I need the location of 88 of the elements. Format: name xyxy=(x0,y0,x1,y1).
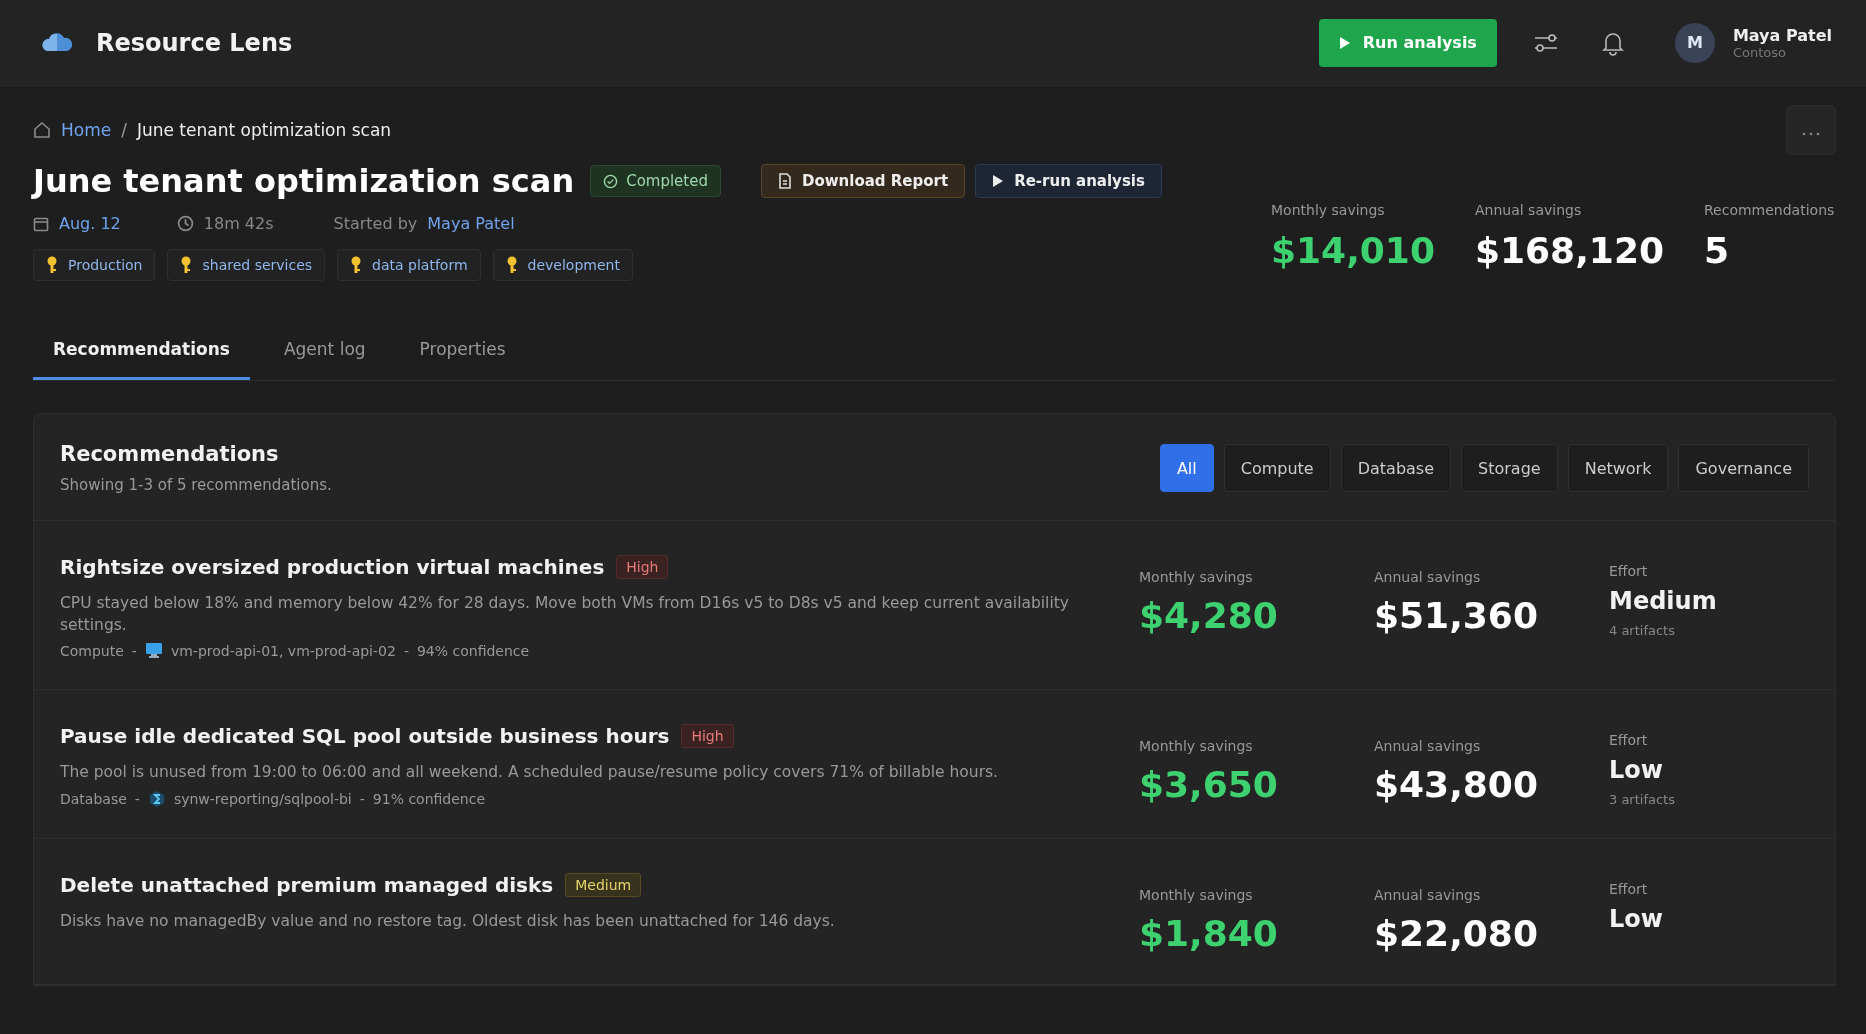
user-organization: Contoso xyxy=(1732,44,1787,60)
monitor-icon xyxy=(144,642,163,660)
breadcrumb-current: June tenant optimization scan xyxy=(136,120,392,140)
more-icon xyxy=(1801,131,1821,136)
tab[interactable]: Agent log xyxy=(263,327,386,380)
separator: - xyxy=(403,642,409,659)
stat-label: Annual savings xyxy=(1474,202,1583,218)
key-icon xyxy=(505,256,518,274)
recommendation-description: Disks have no managedBy value and no restore tag. Oldest disk has been unattached for 146 days. xyxy=(60,911,836,933)
monthly-savings: $1,840 xyxy=(1139,913,1279,955)
calendar-icon xyxy=(33,215,49,232)
tag-chip[interactable]: Production xyxy=(33,249,156,281)
effort-level: Medium xyxy=(1609,587,1718,615)
home-icon xyxy=(33,121,51,139)
effort-level: Low xyxy=(1609,905,1664,934)
metric-label: Effort xyxy=(1609,732,1649,749)
annual-savings: $51,360 xyxy=(1374,595,1539,636)
started-by-label: Started by xyxy=(333,214,418,233)
home-link[interactable]: Home xyxy=(61,120,112,140)
scan-date[interactable]: Aug. 12 xyxy=(59,214,121,233)
metric-label: Monthly savings xyxy=(1139,569,1254,585)
tag-chip[interactable]: development xyxy=(492,249,633,281)
filter-button[interactable]: Governance xyxy=(1678,444,1809,492)
confidence: 94% confidence xyxy=(416,642,530,659)
artifact-count: 3 artifacts xyxy=(1609,792,1676,808)
priority-badge: High xyxy=(681,724,734,749)
recommendation-title[interactable]: Delete unattached premium managed disks xyxy=(60,873,554,898)
confidence: 91% confidence xyxy=(372,791,486,808)
recommendation-description: The pool is unused from 19:00 to 06:00 and all weekend. A scheduled pause/resume policy covers 71% of billable hours. xyxy=(60,762,1000,784)
section-title: Recommendations xyxy=(60,442,280,466)
play-icon xyxy=(992,174,1005,188)
scan-duration: 18m 42s xyxy=(203,214,274,233)
filter-button[interactable]: Compute xyxy=(1223,444,1331,492)
key-icon xyxy=(180,256,193,274)
page-title: June tenant optimization scan xyxy=(33,162,575,200)
metric-label: Annual savings xyxy=(1374,569,1482,585)
monthly-savings: $4,280 xyxy=(1139,595,1279,636)
tab[interactable]: Properties xyxy=(399,327,526,380)
user-name: Maya Patel xyxy=(1732,25,1832,45)
started-by-user[interactable]: Maya Patel xyxy=(427,214,515,233)
filter-button[interactable]: Database xyxy=(1340,444,1452,492)
metric-label: Monthly savings xyxy=(1139,738,1254,755)
monthly-savings: $3,650 xyxy=(1139,764,1279,806)
metric-label: Annual savings xyxy=(1374,738,1482,755)
download-report-button[interactable]: Download Report xyxy=(760,164,966,198)
effort-level: Low xyxy=(1609,756,1664,785)
user-avatar[interactable]: M xyxy=(1674,22,1715,63)
recommendation-title[interactable]: Rightsize oversized production virtual machines xyxy=(60,555,605,579)
metric-label: Effort xyxy=(1609,563,1649,579)
separator: - xyxy=(131,642,137,659)
metric-label: Effort xyxy=(1609,881,1649,898)
tab[interactable]: Recommendations xyxy=(33,327,250,380)
metric-label: Monthly savings xyxy=(1139,887,1254,904)
rerun-analysis-button[interactable]: Re-run analysis xyxy=(975,164,1162,198)
stat-value: $14,010 xyxy=(1271,230,1435,271)
breadcrumb-separator: / xyxy=(121,120,127,140)
priority-badge: Medium xyxy=(565,873,642,898)
stat-value: 5 xyxy=(1704,230,1731,271)
tag-chip[interactable]: shared services xyxy=(167,249,326,281)
category-label: Compute xyxy=(60,642,124,659)
status-badge: Completed xyxy=(590,165,721,197)
play-icon xyxy=(1338,35,1351,50)
app-name: Resource Lens xyxy=(96,28,293,57)
filter-button[interactable]: All xyxy=(1159,444,1214,492)
key-icon xyxy=(350,256,363,274)
separator: - xyxy=(134,791,140,808)
resource-names: vm-prod-api-01, vm-prod-api-02 xyxy=(170,642,396,659)
metric-label: Annual savings xyxy=(1374,887,1482,904)
priority-badge: High xyxy=(616,555,669,579)
resource-names: synw-reporting/sqlpool-bi xyxy=(173,791,352,808)
tag-chip[interactable]: data platform xyxy=(337,249,481,281)
results-count: Showing 1-3 of 5 recommendations. xyxy=(60,476,332,494)
filter-button[interactable]: Network xyxy=(1567,444,1669,492)
category-label: Database xyxy=(60,791,127,808)
document-icon xyxy=(777,173,792,189)
stat-label: Monthly savings xyxy=(1271,202,1386,218)
annual-savings: $43,800 xyxy=(1374,764,1539,806)
recommendation-description: CPU stayed below 18% and memory below 42% for 28 days. Move both VMs from D16s v5 to D8s v5 and keep current availability settings. xyxy=(60,593,1070,636)
synapse-icon xyxy=(147,790,166,809)
stat-label: Recommendations xyxy=(1704,202,1836,218)
stat-value: $168,120 xyxy=(1474,230,1664,271)
filter-button[interactable]: Storage xyxy=(1461,444,1558,492)
separator: - xyxy=(359,791,365,808)
annual-savings: $22,080 xyxy=(1374,913,1539,955)
artifact-count: 4 artifacts xyxy=(1609,623,1676,638)
key-icon xyxy=(46,256,58,274)
recommendation-title[interactable]: Pause idle dedicated SQL pool outside business hours xyxy=(60,724,670,749)
clock-icon xyxy=(176,215,194,232)
